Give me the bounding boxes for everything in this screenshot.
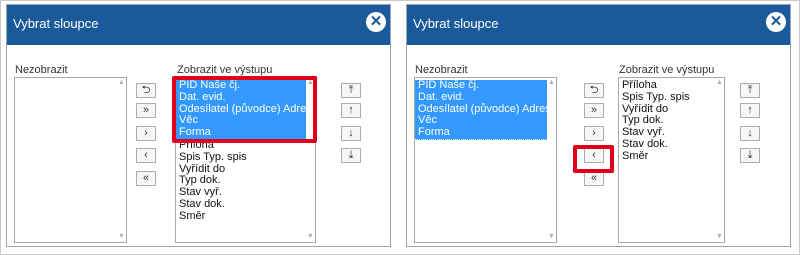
- arrow-to-top-icon: ⤒: [348, 84, 354, 96]
- move-all-right-button[interactable]: »: [136, 103, 156, 118]
- list-item[interactable]: Stav dok.: [176, 198, 315, 211]
- double-chevron-left-icon: «: [590, 172, 598, 184]
- move-up-button[interactable]: ↑: [341, 103, 361, 118]
- double-chevron-right-icon: »: [142, 104, 150, 116]
- move-all-left-button[interactable]: «: [136, 171, 156, 186]
- close-icon[interactable]: ✕: [366, 12, 386, 32]
- shown-columns-label: Zobrazit ve výstupu: [619, 64, 715, 76]
- move-down-button[interactable]: ↓: [740, 126, 760, 141]
- move-right-button[interactable]: ›: [136, 126, 156, 141]
- scroll-down-icon[interactable]: ▼: [118, 233, 125, 241]
- chevron-right-icon: ›: [592, 127, 596, 139]
- scroll-down-icon[interactable]: ▼: [548, 233, 555, 241]
- list-item[interactable]: Směr: [176, 210, 315, 223]
- move-up-button[interactable]: ↑: [740, 103, 760, 118]
- arrow-down-icon: ↓: [348, 127, 354, 139]
- highlight-move-left-button: [573, 145, 614, 173]
- dialog-select-columns-after: Vybrat sloupce ✕ Nezobrazit PID Naše čj.…: [406, 4, 791, 247]
- scrollbar[interactable]: ▲ ▼: [715, 78, 724, 242]
- scroll-up-icon[interactable]: ▲: [716, 79, 723, 87]
- move-right-button[interactable]: ›: [584, 126, 604, 141]
- hidden-columns-label: Nezobrazit: [15, 64, 68, 76]
- dialog-titlebar: Vybrat sloupce ✕: [407, 5, 790, 45]
- move-left-button[interactable]: ‹: [136, 148, 156, 163]
- list-item[interactable]: Spis Typ. spis: [176, 151, 315, 164]
- move-to-bottom-button[interactable]: ⤓: [341, 148, 361, 163]
- scrollbar[interactable]: ▲ ▼: [117, 78, 126, 242]
- undo-icon: ⮌: [589, 84, 599, 96]
- list-item[interactable]: Směr: [619, 150, 724, 163]
- double-chevron-right-icon: »: [590, 104, 598, 116]
- scroll-up-icon[interactable]: ▲: [118, 79, 125, 87]
- undo-icon: ⮌: [141, 84, 151, 96]
- dialog-titlebar: Vybrat sloupce ✕: [7, 5, 390, 45]
- move-all-right-button[interactable]: »: [584, 103, 604, 118]
- arrow-up-icon: ↑: [747, 104, 753, 116]
- shown-columns-items: Příloha Spis Typ. spis Vyřídit do Typ dok. S…: [619, 78, 724, 163]
- reset-button[interactable]: ⮌: [584, 83, 604, 98]
- scroll-up-icon[interactable]: ▲: [548, 79, 555, 87]
- chevron-left-icon: ‹: [144, 149, 148, 161]
- hidden-columns-items: PID Naše čj. Dat. evid. Odesílatel (původc…: [415, 78, 556, 140]
- dialog-title: Vybrat sloupce: [13, 16, 99, 31]
- move-down-button[interactable]: ↓: [341, 126, 361, 141]
- move-all-left-button[interactable]: «: [584, 171, 604, 186]
- double-chevron-left-icon: «: [142, 172, 150, 184]
- list-item[interactable]: Forma: [415, 126, 556, 140]
- shown-columns-label: Zobrazit ve výstupu: [177, 64, 273, 76]
- arrow-to-bottom-icon: ⤓: [348, 149, 354, 161]
- dialog-select-columns-before: Vybrat sloupce ✕ Nezobrazit ▲ ▼ Zobrazit …: [6, 4, 391, 247]
- move-to-bottom-button[interactable]: ⤓: [740, 148, 760, 163]
- scroll-down-icon[interactable]: ▼: [307, 233, 314, 241]
- arrow-to-bottom-icon: ⤓: [747, 149, 753, 161]
- arrow-down-icon: ↓: [747, 127, 753, 139]
- shown-columns-list[interactable]: Příloha Spis Typ. spis Vyřídit do Typ dok. S…: [618, 77, 725, 243]
- arrow-up-icon: ↑: [348, 104, 354, 116]
- hidden-columns-label: Nezobrazit: [415, 64, 468, 76]
- hidden-columns-list[interactable]: PID Naše čj. Dat. evid. Odesílatel (původc…: [414, 77, 557, 243]
- scrollbar[interactable]: ▲ ▼: [547, 78, 556, 242]
- highlight-selected-items: [172, 76, 317, 143]
- move-to-top-button[interactable]: ⤒: [341, 83, 361, 98]
- list-item[interactable]: Dat. evid.: [415, 91, 556, 104]
- chevron-right-icon: ›: [144, 127, 148, 139]
- reset-button[interactable]: ⮌: [136, 83, 156, 98]
- move-to-top-button[interactable]: ⤒: [740, 83, 760, 98]
- list-item[interactable]: Spis Typ. spis: [619, 91, 724, 104]
- hidden-columns-list[interactable]: ▲ ▼: [14, 77, 127, 243]
- close-icon[interactable]: ✕: [766, 12, 786, 32]
- scroll-down-icon[interactable]: ▼: [716, 233, 723, 241]
- list-item[interactable]: Stav dok.: [619, 138, 724, 151]
- dialog-title: Vybrat sloupce: [413, 16, 499, 31]
- arrow-to-top-icon: ⤒: [747, 84, 753, 96]
